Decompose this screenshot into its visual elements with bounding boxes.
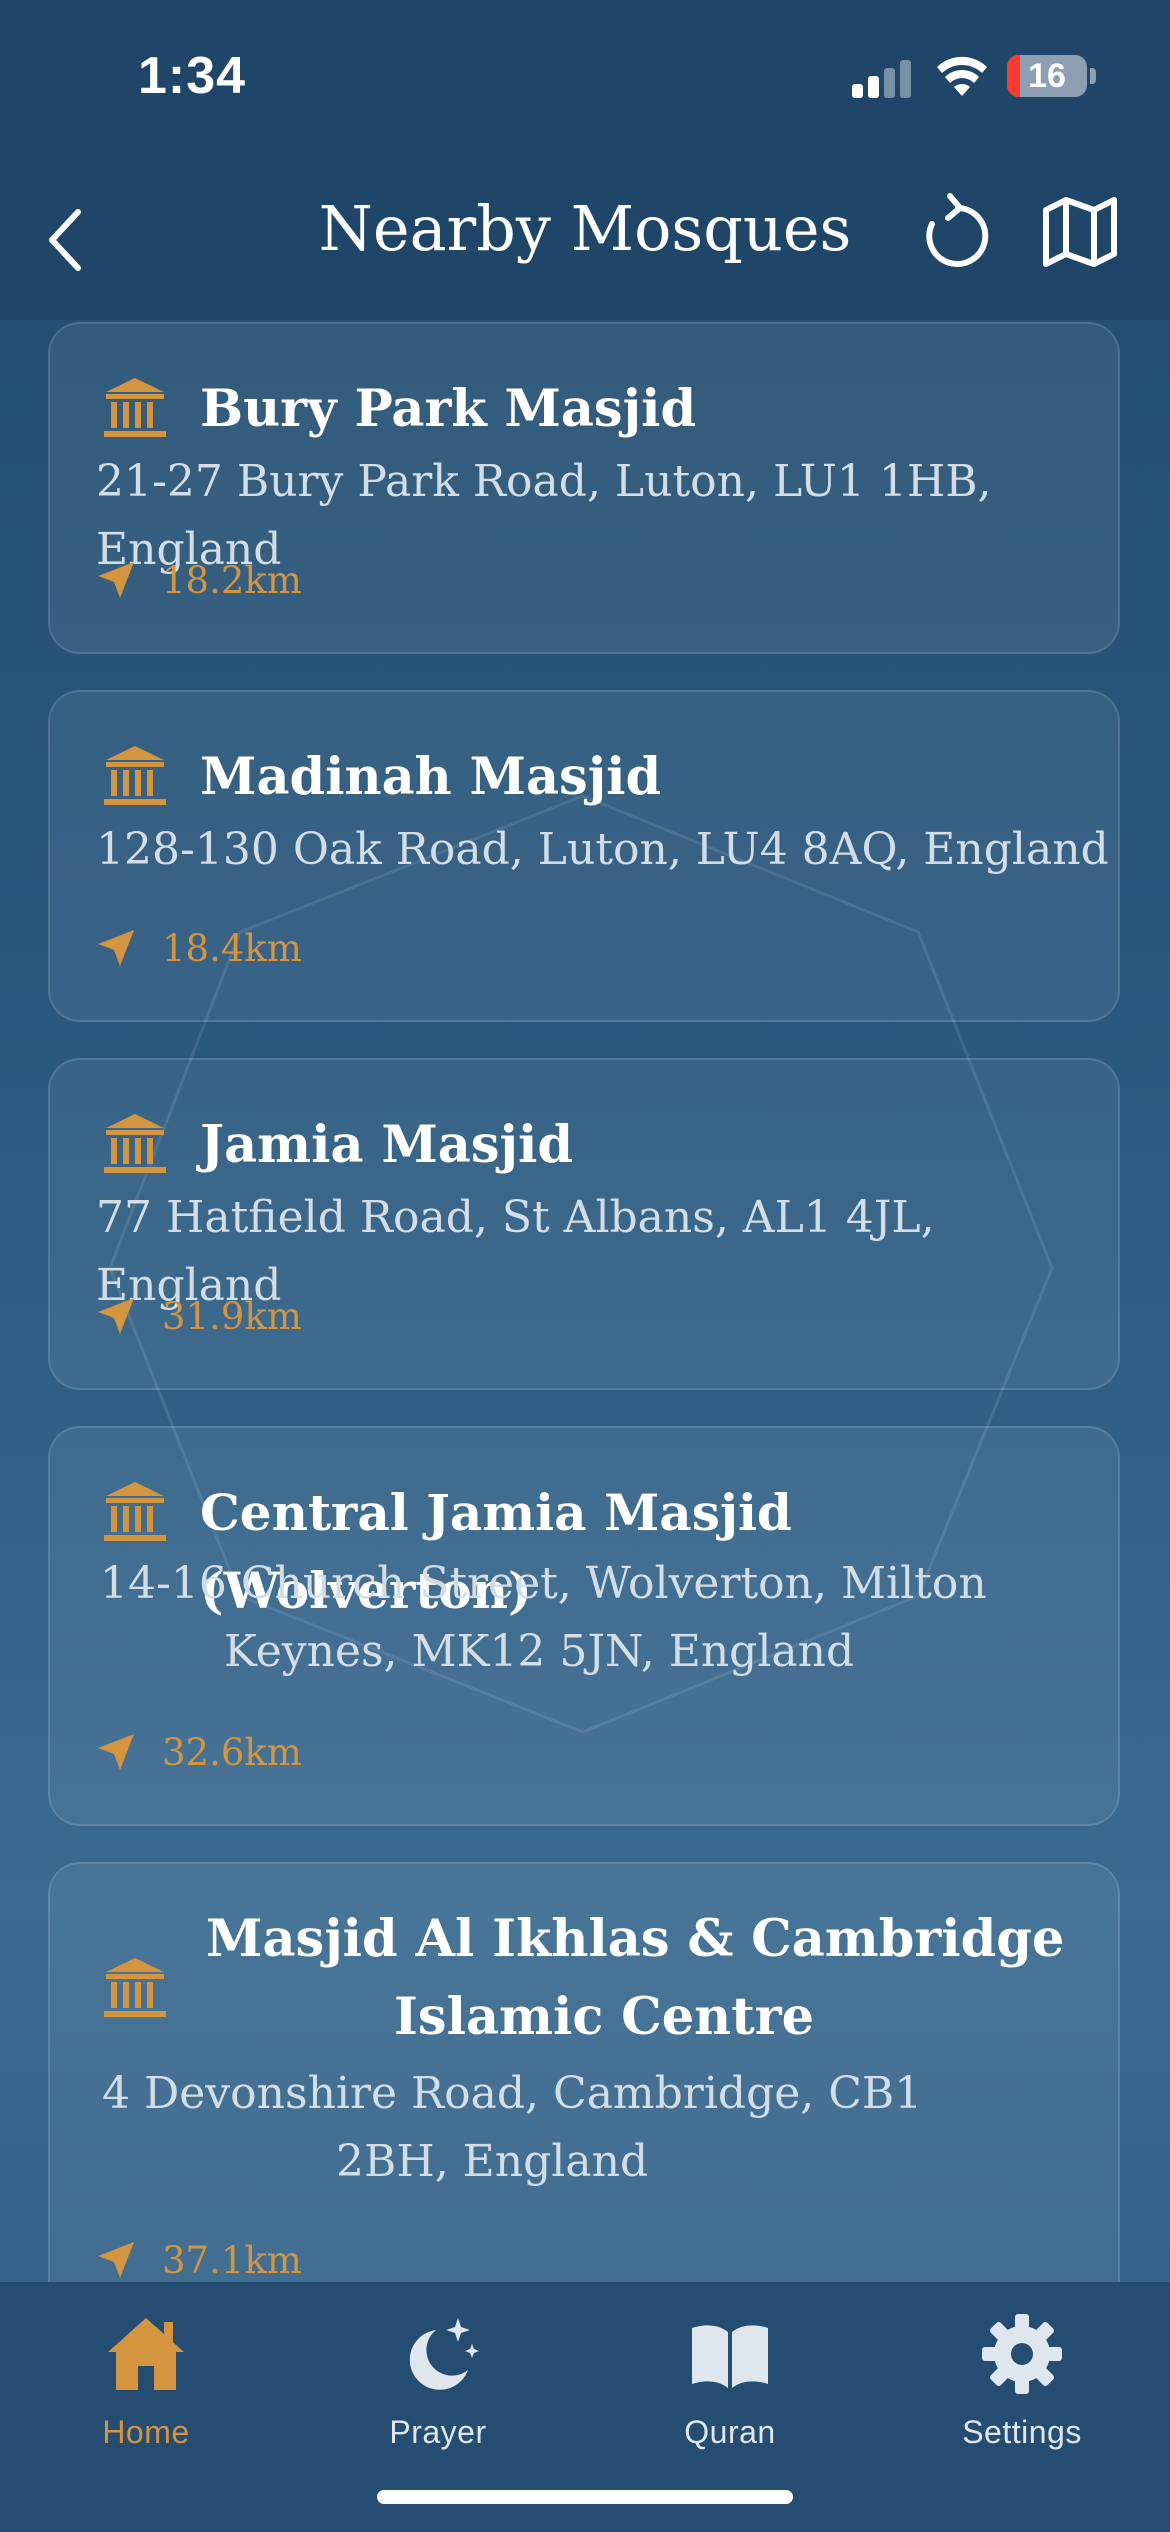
moon-stars-icon: [409, 2318, 479, 2390]
mosque-list[interactable]: Bury Park Masjid 21-27 Bury Park Road, L…: [0, 320, 1170, 2282]
mosque-address-line-1: 4 Devonshire Road, Cambridge, CB1: [102, 2068, 923, 2119]
wifi-icon: [937, 56, 987, 96]
mosque-distance: 18.4km: [162, 927, 302, 970]
mosque-building-icon: [104, 1958, 166, 2017]
mosque-distance: 32.6km: [162, 1731, 302, 1774]
refresh-icon[interactable]: [918, 190, 990, 272]
mosque-address-line-2: Keynes, MK12 5JN, England: [224, 1626, 855, 1677]
status-time: 1:34: [138, 47, 247, 105]
home-indicator: [377, 2490, 793, 2504]
battery-icon: 16: [1007, 55, 1087, 97]
tab-prayer[interactable]: Prayer: [338, 2302, 538, 2462]
tab-label: Prayer: [389, 2414, 487, 2450]
mosque-address-line-1: 14-16 Church Street, Wolverton, Milton: [100, 1558, 987, 1609]
mosque-name-line-1: Masjid Al Ikhlas & Cambridge: [206, 1909, 1065, 1969]
location-arrow-icon: [98, 2242, 134, 2278]
mosque-address: 128-130 Oak Road, Luton, LU4 8AQ, Englan…: [96, 824, 1109, 875]
mosque-name-line-2: Islamic Centre: [394, 1987, 815, 2047]
tab-label: Settings: [962, 2414, 1082, 2450]
home-icon: [108, 2318, 184, 2390]
page-title: Nearby Mosques: [318, 192, 852, 265]
battery-cap: [1090, 68, 1096, 84]
mosque-distance: 31.9km: [162, 1295, 302, 1338]
map-icon[interactable]: [1040, 194, 1120, 270]
mosque-card[interactable]: Jamia Masjid 77 Hatfield Road, St Albans…: [48, 1058, 1120, 1390]
cellular-signal-icon: [852, 58, 916, 98]
mosque-card[interactable]: Bury Park Masjid 21-27 Bury Park Road, L…: [48, 322, 1120, 654]
mosque-name: Jamia Masjid: [200, 1115, 574, 1175]
location-arrow-icon: [98, 562, 134, 598]
mosque-building-icon: [104, 378, 166, 437]
mosque-building-icon: [104, 746, 166, 805]
gear-icon: [982, 2314, 1062, 2394]
status-bar: 1:34 16: [0, 0, 1170, 150]
tab-label: Home: [102, 2414, 190, 2450]
mosque-card[interactable]: Central Jamia Masjid (Wolverton) 14-16 C…: [48, 1426, 1120, 1826]
location-arrow-icon: [98, 930, 134, 966]
mosque-card[interactable]: Madinah Masjid 128-130 Oak Road, Luton, …: [48, 690, 1120, 1022]
location-arrow-icon: [98, 1298, 134, 1334]
mosque-distance: 18.2km: [162, 559, 302, 602]
mosque-building-icon: [104, 1114, 166, 1173]
tab-quran[interactable]: Quran: [630, 2302, 830, 2462]
mosque-name: Bury Park Masjid: [200, 379, 697, 439]
mosque-address-line-2: 2BH, England: [336, 2136, 649, 2187]
navigation-header: Nearby Mosques: [0, 150, 1170, 320]
tab-label: Quran: [684, 2414, 776, 2450]
mosque-distance: 37.1km: [162, 2239, 302, 2282]
battery-percentage: 16: [1028, 57, 1066, 95]
mosque-building-icon: [104, 1482, 166, 1541]
tab-settings[interactable]: Settings: [922, 2302, 1122, 2462]
book-icon: [692, 2325, 768, 2388]
tab-home[interactable]: Home: [46, 2302, 246, 2462]
mosque-card[interactable]: Masjid Al Ikhlas & Cambridge Islamic Cen…: [48, 1862, 1120, 2282]
mosque-name: Madinah Masjid: [200, 747, 662, 807]
location-arrow-icon: [98, 1734, 134, 1770]
